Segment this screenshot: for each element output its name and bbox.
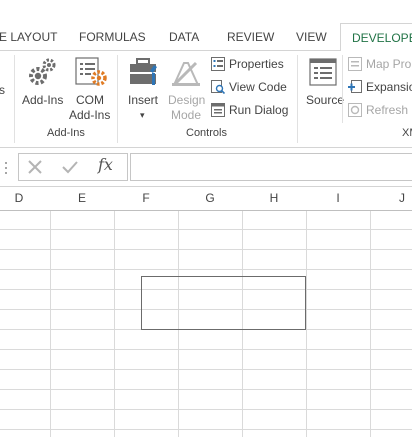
formula-buttons-box: fx bbox=[18, 153, 128, 181]
row-gridline bbox=[0, 229, 412, 230]
column-header-e[interactable]: E bbox=[50, 191, 114, 205]
column-gridline bbox=[50, 186, 51, 437]
tab-formulas[interactable]: FORMULAS bbox=[79, 30, 146, 44]
controls-group-label: Controls bbox=[186, 127, 227, 139]
tab-developer-label: DEVELOPER bbox=[352, 31, 412, 45]
column-gridline bbox=[306, 186, 307, 437]
map-properties-button[interactable]: Map Pro bbox=[366, 57, 411, 72]
column-gridline bbox=[114, 186, 115, 437]
formula-bar: fx bbox=[0, 148, 412, 186]
cancel-icon[interactable] bbox=[27, 159, 43, 180]
addins-button-label[interactable]: Add-Ins bbox=[22, 93, 63, 108]
properties-button[interactable]: Properties bbox=[229, 57, 284, 72]
tab-data[interactable]: DATA bbox=[169, 30, 199, 44]
run-dialog-button[interactable]: Run Dialog bbox=[229, 103, 288, 118]
column-header-h[interactable]: H bbox=[242, 191, 306, 205]
com-addins-label-1[interactable]: COM bbox=[76, 93, 104, 108]
ribbon-tabs: E LAYOUT FORMULAS DATA REVIEW VIEW DEVEL… bbox=[0, 0, 412, 51]
column-header-row: D E F G H I J bbox=[0, 186, 412, 211]
enter-check-icon[interactable] bbox=[61, 159, 79, 180]
column-header-j[interactable]: J bbox=[370, 191, 412, 205]
addins-gear-icon[interactable] bbox=[26, 57, 58, 92]
toolbox-icon[interactable] bbox=[128, 57, 162, 94]
group-separator bbox=[342, 55, 343, 123]
refresh-data-button[interactable]: Refresh D bbox=[366, 103, 412, 118]
row-gridline bbox=[0, 369, 412, 370]
drawn-rectangle-shape[interactable] bbox=[141, 276, 306, 330]
map-properties-icon[interactable] bbox=[348, 57, 362, 76]
insert-function-button[interactable]: fx bbox=[98, 157, 113, 173]
view-code-button[interactable]: View Code bbox=[229, 80, 287, 95]
design-mode-label-1[interactable]: Design bbox=[168, 93, 205, 108]
column-header-i[interactable]: I bbox=[306, 191, 370, 205]
insert-dropdown-arrow-icon[interactable]: ▾ bbox=[140, 108, 145, 123]
column-gridline bbox=[370, 186, 371, 437]
tab-review[interactable]: REVIEW bbox=[227, 30, 274, 44]
column-header-f[interactable]: F bbox=[114, 191, 178, 205]
group-separator bbox=[117, 55, 118, 143]
partial-button-label[interactable]: s bbox=[0, 83, 5, 98]
row-gridline bbox=[0, 269, 412, 270]
run-dialog-icon[interactable] bbox=[211, 103, 225, 122]
tab-page-layout[interactable]: E LAYOUT bbox=[0, 30, 57, 44]
worksheet-grid[interactable]: D E F G H I J bbox=[0, 186, 412, 437]
row-gridline bbox=[0, 249, 412, 250]
ribbon: s Add-Ins COM Add-Ins Add-Ins Insert ▾ D… bbox=[0, 51, 412, 148]
properties-icon[interactable] bbox=[211, 57, 225, 76]
expansion-packs-icon[interactable] bbox=[348, 80, 362, 99]
insert-button-label[interactable]: Insert bbox=[128, 93, 158, 108]
column-header-d[interactable]: D bbox=[0, 191, 38, 205]
tab-developer[interactable]: DEVELOPER bbox=[340, 23, 412, 51]
com-addins-icon[interactable] bbox=[74, 56, 108, 93]
design-mode-label-2[interactable]: Mode bbox=[171, 108, 201, 123]
formula-bar-grip-icon[interactable] bbox=[4, 161, 8, 180]
group-separator bbox=[297, 55, 298, 143]
row-gridline bbox=[0, 409, 412, 410]
expansion-packs-button[interactable]: Expansio bbox=[366, 80, 412, 95]
xml-group-label: XM bbox=[402, 127, 412, 139]
refresh-data-icon[interactable] bbox=[348, 103, 362, 122]
column-header-g[interactable]: G bbox=[178, 191, 242, 205]
xml-source-icon[interactable] bbox=[308, 57, 338, 94]
com-addins-label-2[interactable]: Add-Ins bbox=[69, 108, 110, 123]
row-gridline bbox=[0, 389, 412, 390]
row-gridline bbox=[0, 429, 412, 430]
view-code-icon[interactable] bbox=[211, 80, 226, 99]
xml-source-label[interactable]: Source bbox=[306, 93, 344, 108]
formula-input[interactable] bbox=[130, 153, 412, 181]
design-mode-icon[interactable] bbox=[170, 57, 204, 94]
group-separator bbox=[14, 55, 15, 143]
tab-view[interactable]: VIEW bbox=[296, 30, 327, 44]
addins-group-label: Add-Ins bbox=[47, 127, 85, 139]
row-gridline bbox=[0, 349, 412, 350]
